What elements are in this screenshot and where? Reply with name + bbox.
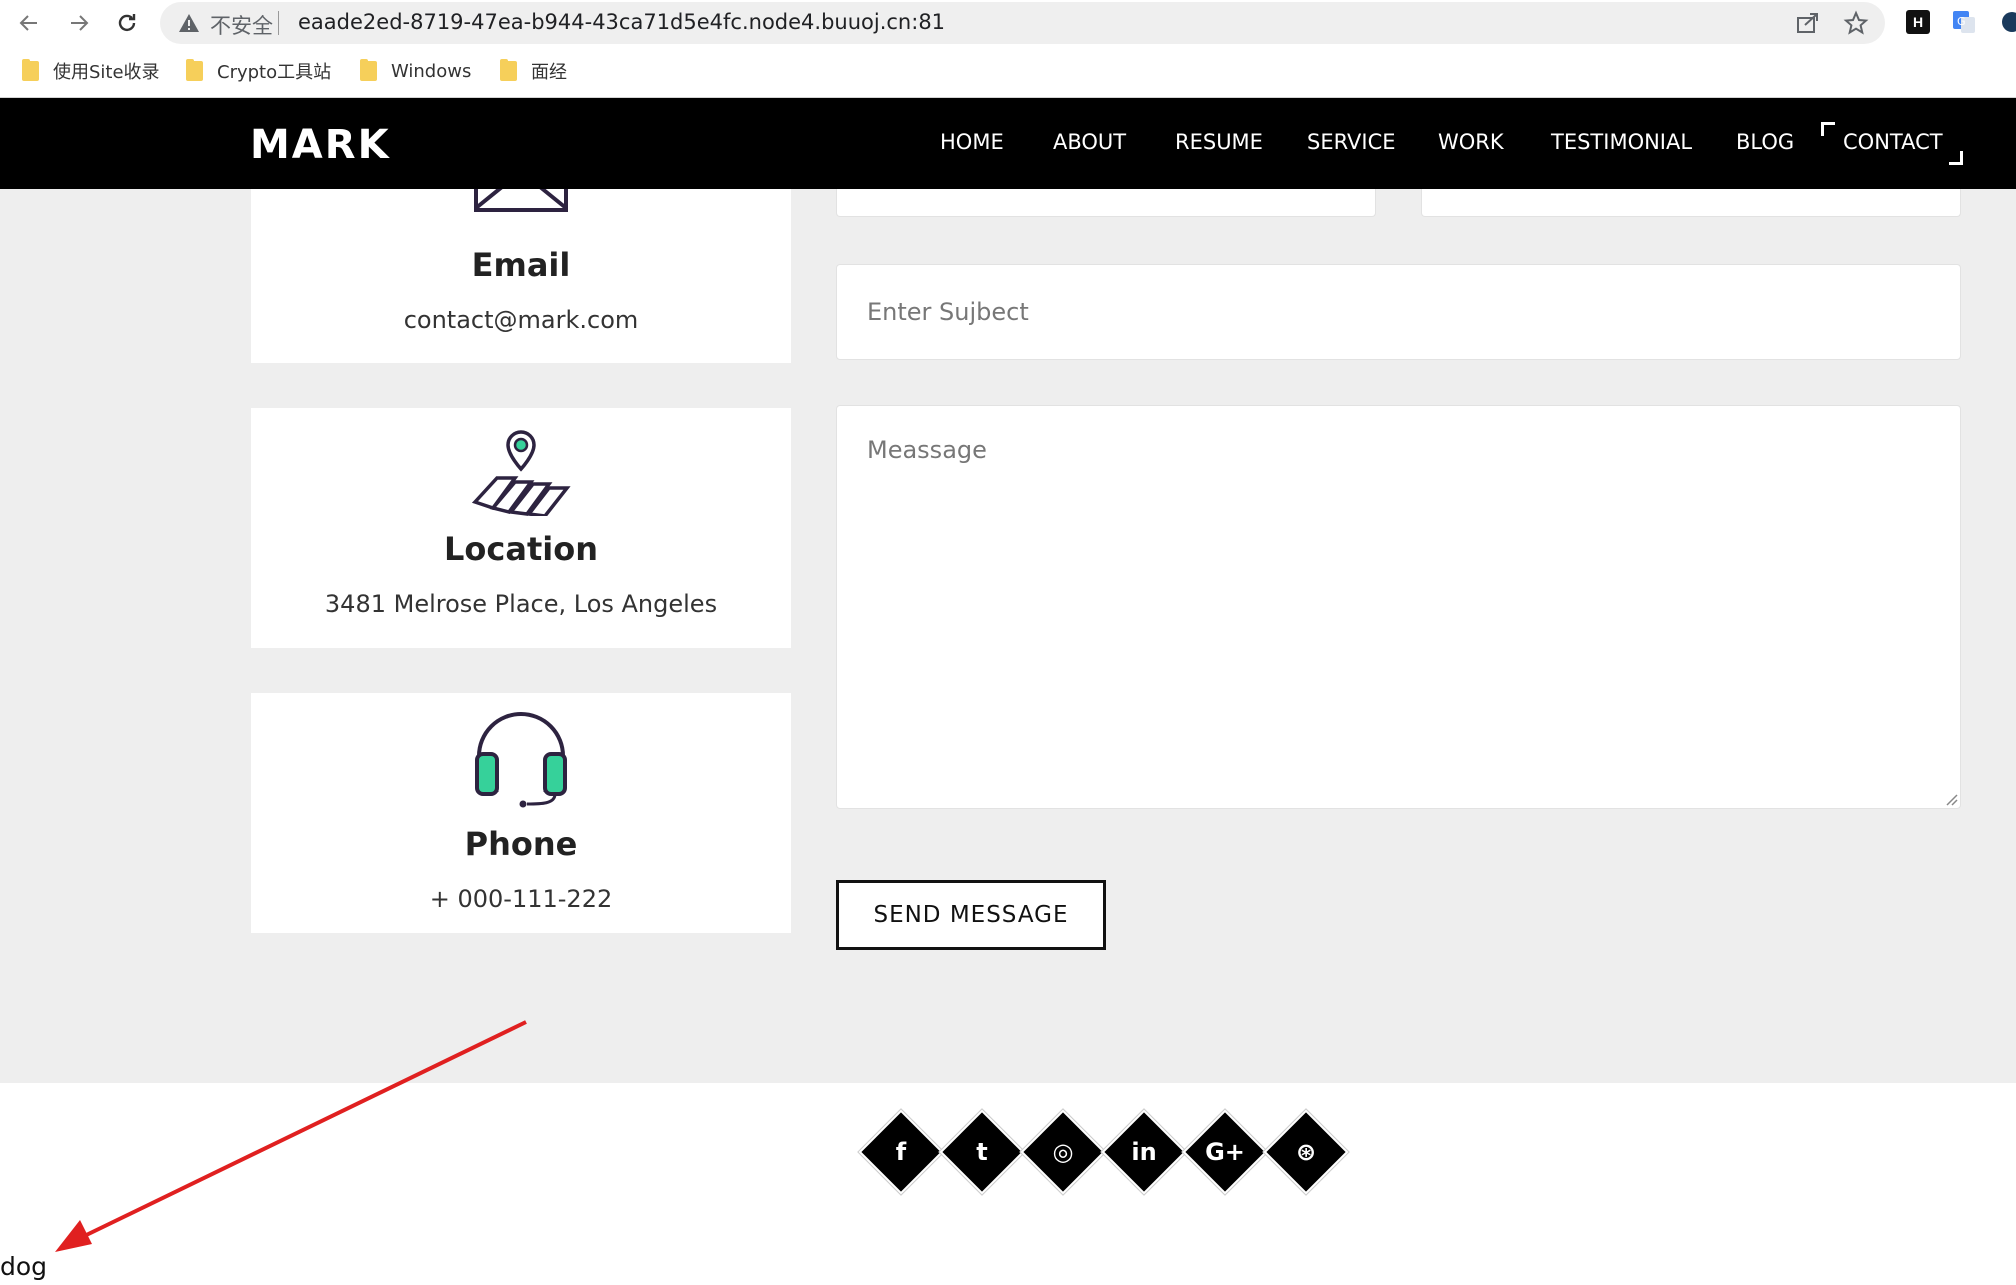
headset-icon: [475, 712, 567, 808]
dog-text: dog: [0, 1252, 48, 1281]
social-glyph: t: [976, 1138, 988, 1166]
back-arrow-icon: [19, 15, 37, 31]
back-button[interactable]: [12, 6, 46, 40]
bookmark-folder[interactable]: 使用Site收录: [22, 56, 160, 86]
bookmark-label: Windows: [391, 60, 472, 82]
screenshot: 不安全 eaade2ed-8719-47ea-b944-43ca71d5e4fc…: [0, 0, 2016, 1285]
subject-field[interactable]: [836, 264, 1961, 360]
facebook-icon[interactable]: f: [861, 1112, 941, 1192]
nav-blog[interactable]: BLOG: [1736, 130, 1794, 154]
resize-handle-icon[interactable]: [1944, 792, 1958, 806]
forward-arrow-icon: [71, 15, 89, 31]
nav-work[interactable]: WORK: [1438, 130, 1504, 154]
card-title: Phone: [464, 825, 578, 863]
address-separator: [278, 11, 279, 35]
google-plus-icon[interactable]: G+: [1185, 1112, 1265, 1192]
message-field[interactable]: [836, 405, 1961, 809]
nav-service[interactable]: SERVICE: [1307, 130, 1396, 154]
extension-icon[interactable]: [2000, 10, 2016, 34]
nav-about[interactable]: ABOUT: [1053, 130, 1126, 154]
map-pin-icon: [471, 430, 571, 516]
active-corner-bracket: [1821, 122, 1835, 136]
card-title: Email: [471, 246, 571, 284]
translate-extension-icon[interactable]: G: [1952, 10, 1976, 34]
folder-icon: [186, 59, 203, 81]
subject-input[interactable]: [837, 265, 1960, 359]
nav-contact[interactable]: CONTACT: [1843, 130, 1943, 154]
forward-button[interactable]: [62, 6, 96, 40]
linkedin-icon[interactable]: in: [1104, 1112, 1184, 1192]
security-label: 不安全: [210, 14, 273, 38]
address-bar[interactable]: 不安全 eaade2ed-8719-47ea-b944-43ca71d5e4fc…: [160, 2, 1885, 44]
card-title: Location: [444, 530, 598, 568]
folder-icon: [500, 59, 517, 81]
social-glyph: f: [895, 1138, 907, 1166]
send-message-button[interactable]: SEND MESSAGE: [836, 880, 1106, 950]
message-textarea[interactable]: [837, 406, 1960, 808]
reload-icon: [118, 14, 136, 32]
social-glyph: ⊛: [1295, 1138, 1317, 1166]
site-logo[interactable]: MARK: [250, 122, 391, 168]
bookmark-folder[interactable]: Crypto工具站: [186, 56, 331, 86]
card-value: contact@mark.com: [403, 306, 639, 334]
card-value: + 000-111-222: [429, 885, 613, 913]
bookmarks-bar: 使用Site收录 Crypto工具站 Windows 面经: [0, 56, 2016, 86]
site-navbar: MARK HOME ABOUT RESUME SERVICE WORK TEST…: [0, 98, 2016, 189]
nav-home[interactable]: HOME: [940, 130, 1004, 154]
bookmark-label: Crypto工具站: [217, 62, 332, 83]
folder-icon: [360, 59, 377, 81]
reload-button[interactable]: [110, 6, 144, 40]
social-glyph: ◎: [1052, 1138, 1074, 1166]
instagram-icon[interactable]: ◎: [1023, 1112, 1103, 1192]
bookmark-label: 面经: [531, 62, 567, 83]
browser-chrome: 不安全 eaade2ed-8719-47ea-b944-43ca71d5e4fc…: [0, 0, 2016, 98]
active-corner-bracket: [1949, 151, 1963, 165]
location-info-card: Location 3481 Melrose Place, Los Angeles: [251, 408, 791, 648]
bookmark-label: 使用Site收录: [53, 62, 160, 83]
social-glyph: in: [1131, 1138, 1157, 1166]
extension-h-icon[interactable]: H: [1906, 10, 1930, 34]
site-footer: [0, 1083, 2016, 1285]
card-value: 3481 Melrose Place, Los Angeles: [324, 590, 718, 618]
phone-info-card: Phone + 000-111-222: [251, 693, 791, 933]
twitter-icon[interactable]: t: [942, 1112, 1022, 1192]
social-glyph: G+: [1205, 1138, 1245, 1166]
bookmark-folder[interactable]: 面经: [500, 56, 567, 86]
nav-resume[interactable]: RESUME: [1175, 130, 1263, 154]
dribbble-icon[interactable]: ⊛: [1266, 1112, 1346, 1192]
bookmark-folder[interactable]: Windows: [360, 56, 471, 86]
warning-icon: [179, 14, 199, 32]
svg-text:G: G: [1957, 15, 1966, 28]
folder-icon: [22, 59, 39, 81]
url-text[interactable]: eaade2ed-8719-47ea-b944-43ca71d5e4fc.nod…: [298, 10, 945, 34]
share-icon[interactable]: [1794, 10, 1820, 36]
bookmark-star-icon[interactable]: [1843, 10, 1869, 36]
nav-testimonial[interactable]: TESTIMONIAL: [1551, 130, 1692, 154]
